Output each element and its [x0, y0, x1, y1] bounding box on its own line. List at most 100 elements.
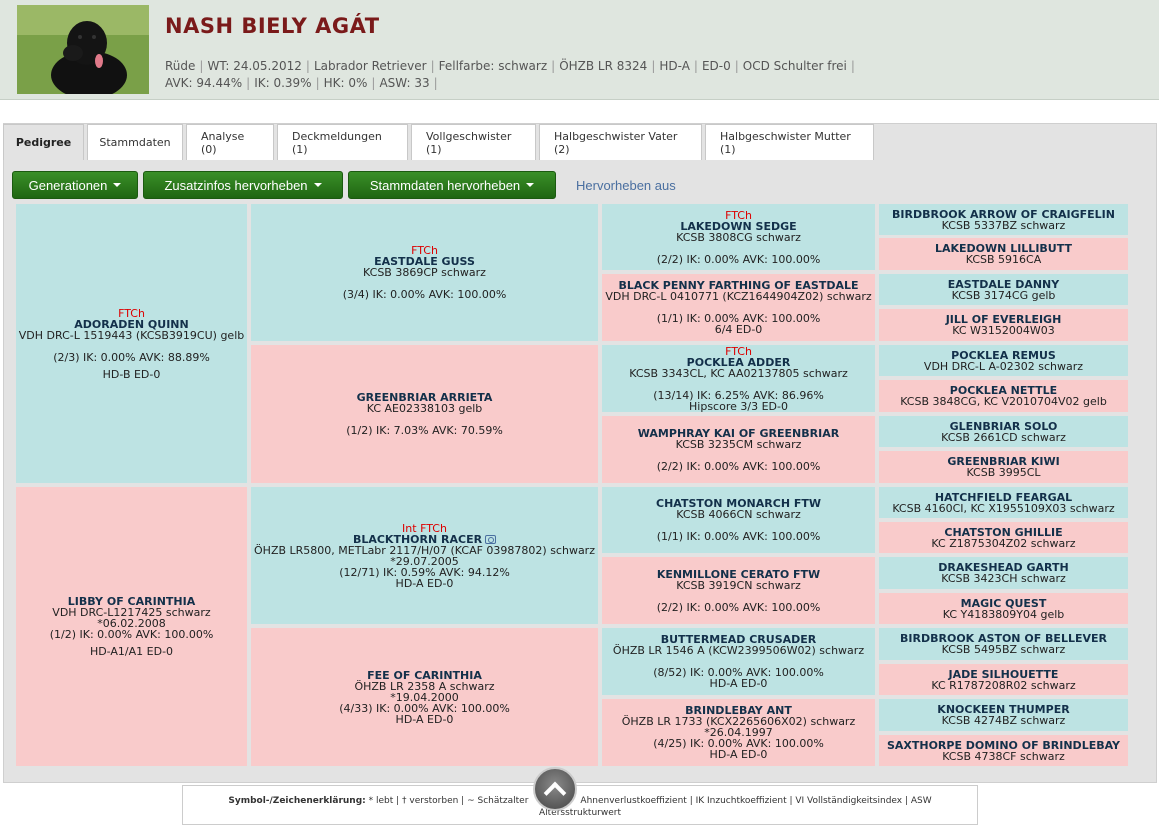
pedigree-g3-6[interactable]: KENMILLONE CERATO FTW KCSB 3919CN schwar… — [602, 557, 875, 624]
pedigree-g2-4[interactable]: FEE OF CARINTHIA ÖHZB LR 2358 A schwarz … — [251, 628, 598, 766]
pedigree-g3-2[interactable]: BLACK PENNY FARTHING OF EASTDALE VDH DRC… — [602, 274, 875, 341]
legend-text-1: * lebt | † verstorben | ~ Schätzalter — [365, 796, 529, 806]
pedigree-g3-3[interactable]: FTCh POCKLEA ADDER KCSB 3343CL, KC AA021… — [602, 345, 875, 412]
ancestor-name[interactable]: FEE OF CARINTHIA — [367, 670, 482, 681]
ancestor-registration: KCSB 3919CN schwarz — [676, 578, 801, 592]
pedigree-g4-8[interactable]: GREENBRIAR KIWI KCSB 3995CL — [879, 451, 1128, 483]
pedigree-g4-6[interactable]: POCKLEA NETTLE KCSB 3848CG, KC V2010704V0… — [879, 380, 1128, 412]
pedigree-g4-5[interactable]: POCKLEA REMUS VDH DRC-L A-02302 schwarz — [879, 345, 1128, 376]
caret-down-icon — [526, 183, 535, 187]
separator: | — [305, 59, 310, 73]
pedigree-g4-14[interactable]: JADE SILHOUETTE KC R1787208R02 schwarz — [879, 664, 1128, 695]
ancestor-registration: VDH DRC-L A-02302 schwarz — [923, 359, 1084, 373]
camera-icon[interactable] — [485, 534, 497, 544]
pedigree-g3-5[interactable]: CHATSTON MONARCH FTW KCSB 4066CN schwarz… — [602, 487, 875, 553]
separator: | — [651, 59, 656, 73]
separator: | — [734, 59, 739, 73]
ancestor-registration: KC Y4183809Y04 gelb — [942, 607, 1065, 621]
ancestor-health: 6/4 ED-0 — [714, 323, 763, 336]
ancestor-registration: KC Z1875304Z02 schwarz — [931, 536, 1076, 550]
ancestor-birthdate: *29.07.2005 — [390, 554, 459, 568]
info-registration: ÖHZB LR 8324 — [559, 59, 648, 73]
pedigree-g3-8[interactable]: BRINDLEBAY ANT ÖHZB LR 1733 (KCX2265606X… — [602, 699, 875, 766]
ancestor-name[interactable]: CHATSTON GHILLIE — [944, 527, 1062, 538]
stammdaten-dropdown-button[interactable]: Stammdaten hervorheben — [348, 171, 556, 199]
ancestor-registration: VDH DRC-L 0410771 (KCZ1644904Z02) schwar… — [605, 290, 872, 303]
legend-text-3: Altersstrukturwert — [538, 808, 621, 818]
ancestor-registration: ÖHZB LR 1546 A (KCW2399506W02) schwarz — [612, 644, 865, 657]
ancestor-health: Hipscore 3/3 ED-0 — [689, 399, 788, 412]
ancestor-name[interactable]: BIRDBROOK ARROW OF CRAIGFELIN — [892, 209, 1115, 220]
pedigree-g4-11[interactable]: DRAKESHEAD GARTH KCSB 3423CH schwarz — [879, 557, 1128, 589]
ancestor-name[interactable]: HATCHFIELD FEARGAL — [935, 492, 1072, 503]
ancestor-name[interactable]: WAMPHRAY KAI OF GREENBRIAR — [638, 428, 839, 439]
pedigree-g4-7[interactable]: GLENBRIAR SOLO KCSB 2661CD schwarz — [879, 416, 1128, 447]
info-color: Fellfarbe: schwarz — [438, 59, 548, 73]
info-asw: ASW: 33 — [379, 76, 430, 90]
pedigree-dam[interactable]: LIBBY OF CARINTHIA VDH DRC-L1217425 schw… — [16, 487, 247, 766]
ancestor-registration: KCSB 5495BZ schwarz — [941, 643, 1066, 656]
ancestor-registration: KCSB 3995CL — [966, 466, 1041, 479]
pedigree-sire[interactable]: FTCh ADORADEN QUINN VDH DRC-L 1519443 (K… — [16, 204, 247, 483]
tab-pedigree[interactable]: Pedigree — [3, 124, 84, 160]
ancestor-registration: KC W3152004W03 — [952, 324, 1055, 337]
ancestor-name[interactable]: GLENBRIAR SOLO — [950, 421, 1058, 432]
pedigree-g4-12[interactable]: MAGIC QUEST KC Y4183809Y04 gelb — [879, 593, 1128, 624]
ancestor-name[interactable]: LAKEDOWN SEDGE — [680, 221, 796, 232]
ancestor-name[interactable]: POCKLEA REMUS — [951, 350, 1056, 361]
separator: | — [850, 59, 855, 73]
ancestor-stats: (13/14) IK: 6.25% AVK: 86.96% — [653, 388, 824, 402]
tab-stammdaten[interactable]: Stammdaten — [87, 124, 183, 160]
pedigree-g4-3[interactable]: EASTDALE DANNY KCSB 3174CG gelb — [879, 274, 1128, 305]
ancestor-name[interactable]: JADE SILHOUETTE — [949, 669, 1059, 680]
ancestor-registration: KCSB 5916CA — [965, 253, 1042, 266]
pedigree-g3-7[interactable]: BUTTERMEAD CRUSADER ÖHZB LR 1546 A (KCW2… — [602, 628, 875, 695]
ancestor-registration: KCSB 4160CI, KC X1955109X03 schwarz — [892, 501, 1115, 515]
ancestor-stats: (12/71) IK: 0.59% AVK: 94.12% — [339, 565, 510, 579]
pedigree-g4-1[interactable]: BIRDBROOK ARROW OF CRAIGFELIN KCSB 5337BZ… — [879, 204, 1128, 235]
pedigree-g2-1[interactable]: FTCh EASTDALE GUSS KCSB 3869CP schwarz (… — [251, 204, 598, 341]
hervorheben-aus-link[interactable]: Hervorheben aus — [576, 178, 676, 193]
ancestor-title: FTCh — [725, 208, 752, 222]
zusatzinfos-dropdown-button[interactable]: Zusatzinfos hervorheben — [143, 171, 343, 199]
ancestor-name[interactable]: EASTDALE DANNY — [948, 279, 1059, 290]
symbol-legend: Symbol-/Zeichenerklärung: * lebt | † ver… — [182, 785, 978, 825]
ancestor-name[interactable]: SAXTHORPE DOMINO OF BRINDLEBAY — [887, 740, 1120, 751]
pedigree-g4-16[interactable]: SAXTHORPE DOMINO OF BRINDLEBAY KCSB 4738C… — [879, 735, 1128, 766]
pedigree-g4-2[interactable]: LAKEDOWN LILLIBUTT KCSB 5916CA — [879, 238, 1128, 270]
ancestor-stats: (2/2) IK: 0.00% AVK: 100.00% — [656, 600, 821, 614]
pedigree-g3-4[interactable]: WAMPHRAY KAI OF GREENBRIAR KCSB 3235CM s… — [602, 416, 875, 483]
separator: | — [433, 76, 438, 90]
scroll-to-top-button[interactable] — [533, 767, 577, 811]
tab-vollgeschwister[interactable]: Vollgeschwister (1) — [411, 124, 536, 160]
pedigree-g4-4[interactable]: JILL OF EVERLEIGH KC W3152004W03 — [879, 309, 1128, 341]
pedigree-g2-3[interactable]: Int FTCh BLACKTHORN RACER ÖHZB LR5800, M… — [251, 487, 598, 624]
ancestor-stats: (2/2) IK: 0.00% AVK: 100.00% — [656, 252, 821, 266]
tab-halbgeschwister-vater[interactable]: Halbgeschwister Vater (2) — [539, 124, 702, 160]
ancestor-stats: (2/2) IK: 0.00% AVK: 100.00% — [656, 459, 821, 473]
ancestor-health: HD-A ED-0 — [709, 748, 768, 761]
tab-halbgeschwister-mutter[interactable]: Halbgeschwister Mutter (1) — [705, 124, 874, 160]
pedigree-g4-15[interactable]: KNOCKEEN THUMPER KCSB 4274BZ schwarz — [879, 699, 1128, 731]
separator: | — [693, 59, 698, 73]
tab-deckmeldungen[interactable]: Deckmeldungen (1) — [277, 124, 408, 160]
pedigree-g4-9[interactable]: HATCHFIELD FEARGAL KCSB 4160CI, KC X19551… — [879, 487, 1128, 518]
pedigree-g2-2[interactable]: GREENBRIAR ARRIETA KC AE02338103 gelb (1… — [251, 345, 598, 483]
pedigree-g3-1[interactable]: FTCh LAKEDOWN SEDGE KCSB 3808CG schwarz … — [602, 204, 875, 270]
caret-down-icon — [313, 183, 322, 187]
ancestor-name[interactable]: KENMILLONE CERATO FTW — [657, 569, 820, 580]
pedigree-g4-13[interactable]: BIRDBROOK ASTON OF BELLEVER KCSB 5495BZ s… — [879, 628, 1128, 660]
tab-bar: Pedigree Stammdaten Analyse (0) Deckmeld… — [3, 124, 877, 160]
ancestor-name[interactable]: MAGIC QUEST — [961, 598, 1047, 609]
ancestor-name[interactable]: ADORADEN QUINN — [74, 319, 188, 330]
pedigree-g4-10[interactable]: CHATSTON GHILLIE KC Z1875304Z02 schwarz — [879, 522, 1128, 553]
generationen-dropdown-button[interactable]: Generationen — [12, 171, 138, 199]
legend-label: Symbol-/Zeichenerklärung: — [228, 796, 366, 806]
ancestor-stats: (4/33) IK: 0.00% AVK: 100.00% — [339, 701, 510, 715]
info-ik: IK: 0.39% — [254, 76, 312, 90]
separator: | — [371, 76, 376, 90]
ancestor-registration: KCSB 3235CM schwarz — [675, 437, 802, 451]
tab-analyse[interactable]: Analyse (0) — [186, 124, 274, 160]
ancestor-name[interactable]: POCKLEA ADDER — [687, 357, 791, 368]
ancestor-stats: (1/2) IK: 7.03% AVK: 70.59% — [346, 424, 503, 437]
